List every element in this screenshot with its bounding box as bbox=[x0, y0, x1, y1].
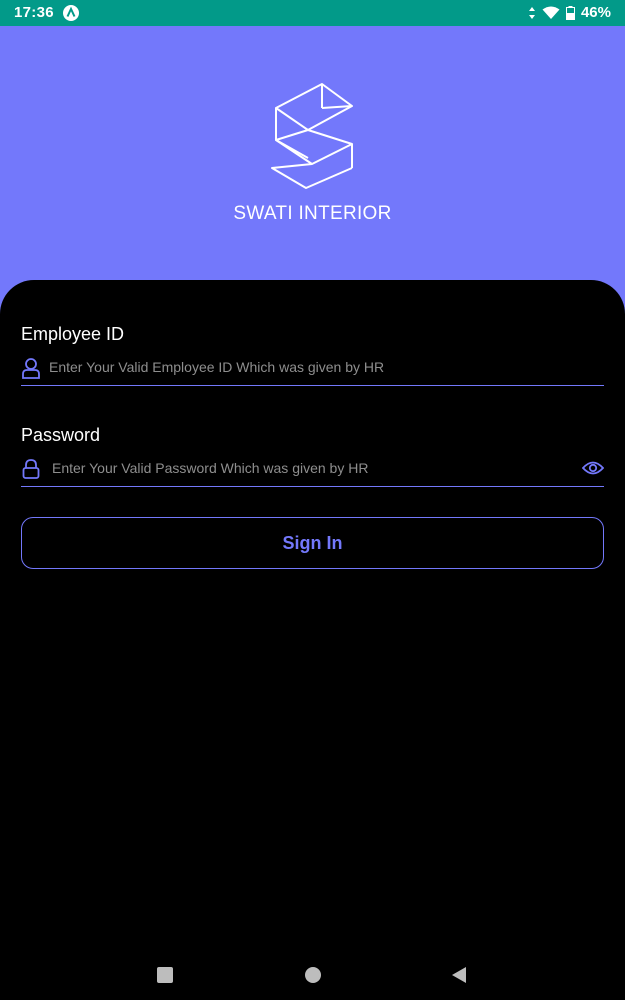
password-field: Password bbox=[21, 425, 604, 487]
user-icon bbox=[22, 358, 40, 379]
status-bar: 17:36 46% bbox=[0, 0, 625, 26]
swati-interior-logo bbox=[271, 83, 353, 189]
employee-id-field: Employee ID bbox=[21, 324, 604, 386]
lock-icon bbox=[22, 459, 40, 479]
brand-header: SWATI INTERIOR bbox=[0, 26, 625, 280]
eye-icon[interactable] bbox=[582, 460, 604, 476]
login-panel: Employee ID Password bbox=[0, 280, 625, 1000]
password-input[interactable] bbox=[52, 454, 572, 482]
sign-in-button[interactable]: Sign In bbox=[21, 517, 604, 569]
battery-icon bbox=[565, 5, 575, 20]
wifi-icon bbox=[542, 6, 560, 19]
employee-id-input[interactable] bbox=[49, 353, 569, 381]
password-row bbox=[21, 454, 604, 487]
status-time: 17:36 bbox=[14, 4, 54, 21]
status-indicators: 46% bbox=[528, 4, 611, 21]
navigation-bar bbox=[0, 950, 625, 1000]
brand-name: SWATI INTERIOR bbox=[233, 203, 392, 224]
battery-percentage: 46% bbox=[580, 4, 611, 21]
login-screen: 17:36 46% SWATI INTERIOR Employee ID Ent… bbox=[0, 0, 625, 1000]
password-label: Password bbox=[21, 425, 101, 445]
employee-id-row bbox=[21, 353, 604, 386]
back-icon[interactable] bbox=[451, 966, 467, 984]
data-transfer-icon bbox=[528, 6, 535, 19]
recent-apps-icon[interactable] bbox=[157, 967, 173, 983]
app-notification-icon bbox=[63, 5, 79, 21]
employee-id-label: Employee ID bbox=[21, 324, 125, 344]
home-icon[interactable] bbox=[305, 967, 321, 983]
